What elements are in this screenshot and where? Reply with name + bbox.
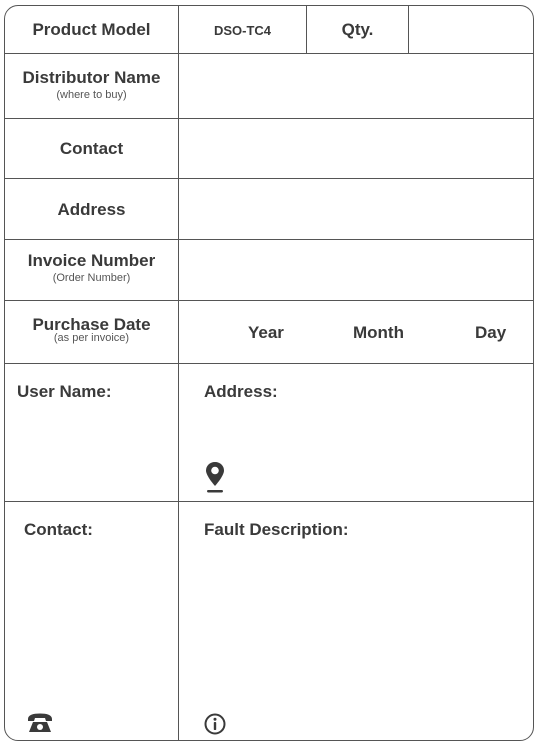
row-divider bbox=[5, 300, 534, 301]
qty-label: Qty. bbox=[341, 20, 374, 39]
purchase-month-label: Month bbox=[353, 323, 404, 342]
fault-description-field[interactable] bbox=[179, 545, 533, 705]
invoice-number-field[interactable] bbox=[179, 240, 533, 300]
product-model-label: Product Model bbox=[32, 20, 151, 39]
contact-label: Contact bbox=[59, 139, 124, 158]
row-divider bbox=[5, 501, 534, 502]
fault-description-label: Fault Description: bbox=[204, 520, 349, 539]
user-contact-field[interactable] bbox=[5, 545, 177, 705]
address-field[interactable] bbox=[179, 179, 533, 239]
address-label: Address bbox=[57, 200, 126, 219]
info-icon bbox=[204, 713, 226, 735]
purchase-day-label: Day bbox=[475, 323, 507, 342]
product-model-value: DSO-TC4 bbox=[213, 23, 272, 38]
user-name-field[interactable] bbox=[5, 404, 177, 500]
distributor-name-field[interactable] bbox=[179, 54, 533, 118]
user-name-label: User Name: bbox=[17, 382, 112, 401]
user-contact-label: Contact: bbox=[24, 520, 93, 539]
distributor-name-label: Distributor Name (where to buy) bbox=[5, 68, 178, 101]
user-address-label: Address: bbox=[204, 382, 278, 401]
telephone-icon bbox=[28, 713, 52, 732]
location-pin-icon bbox=[206, 462, 224, 493]
distributor-name-text: Distributor Name bbox=[22, 68, 161, 87]
qty-field[interactable] bbox=[409, 6, 533, 53]
purchase-date-label: Purchase Date (as per invoice) bbox=[5, 316, 178, 344]
invoice-number-text: Invoice Number bbox=[27, 251, 156, 270]
user-address-field[interactable] bbox=[179, 404, 533, 460]
contact-field[interactable] bbox=[179, 119, 533, 178]
purchase-date-hint: (as per invoice) bbox=[53, 332, 130, 344]
invoice-number-label: Invoice Number (Order Number) bbox=[5, 251, 178, 284]
invoice-number-hint: (Order Number) bbox=[52, 272, 131, 284]
row-divider bbox=[5, 363, 534, 364]
purchase-year-label: Year bbox=[248, 323, 284, 342]
distributor-name-hint: (where to buy) bbox=[56, 89, 127, 101]
